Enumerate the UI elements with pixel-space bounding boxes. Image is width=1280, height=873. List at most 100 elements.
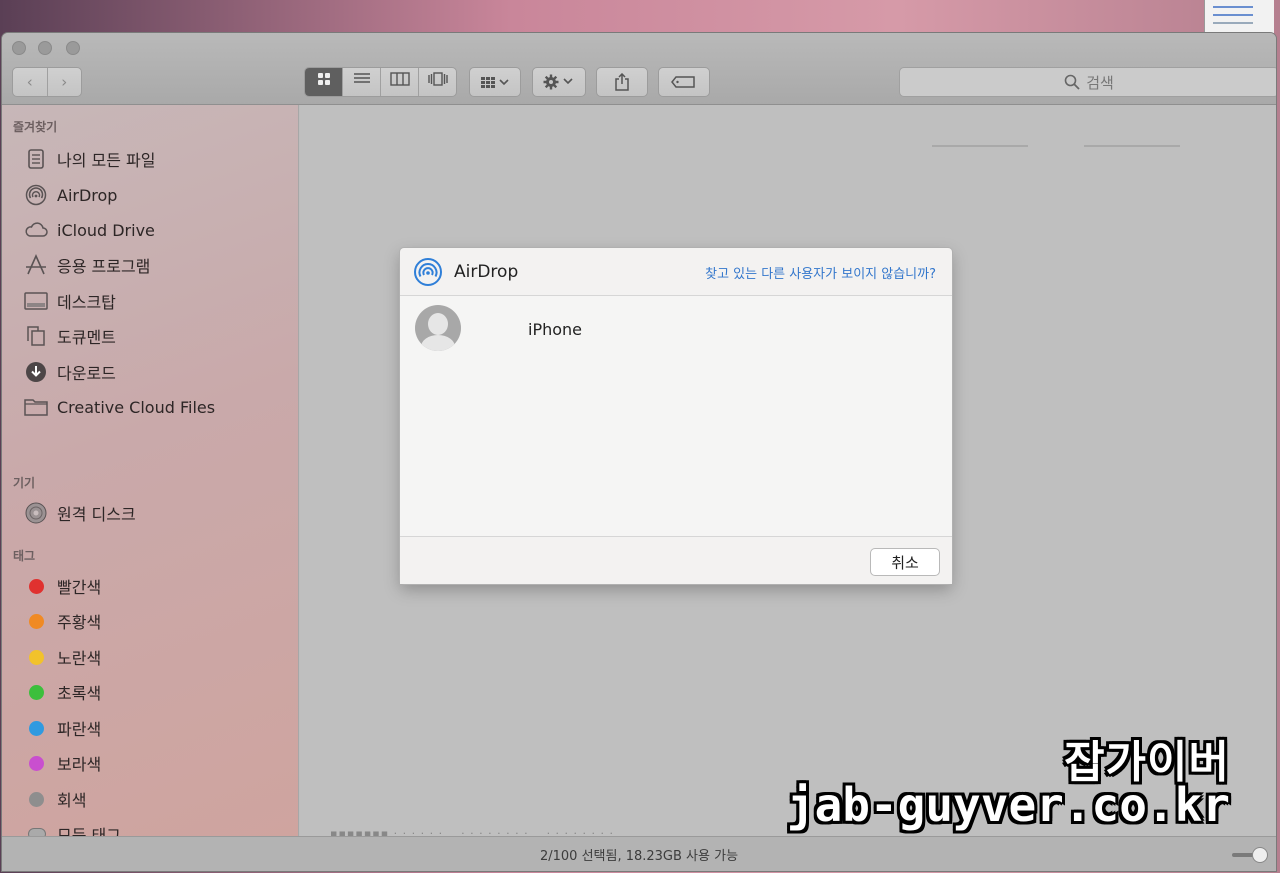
orange-tag-icon <box>29 613 44 629</box>
download-icon <box>24 360 48 384</box>
help-link[interactable]: 찾고 있는 다른 사용자가 보이지 않습니까? <box>705 263 936 282</box>
sidebar-item-label: 도큐멘트 <box>57 328 116 347</box>
gear-icon <box>543 74 573 90</box>
sidebar: 즐겨찾기 나의 모든 파일 AirDrop iCloud Drive 응용 프로… <box>2 105 299 845</box>
share-icon <box>615 73 629 91</box>
arrange-grid-icon <box>481 77 509 88</box>
applications-icon <box>24 253 48 277</box>
sidebar-section-devices: 기기 <box>13 476 36 490</box>
device-item[interactable]: iPhone <box>400 296 952 360</box>
sidebar-item-label: 빨간색 <box>57 578 102 597</box>
sidebar-item-creative-cloud-files[interactable]: Creative Cloud Files <box>24 393 215 421</box>
airdrop-icon <box>24 183 48 207</box>
device-list: iPhone <box>400 296 952 536</box>
slider-knob[interactable] <box>1252 847 1268 863</box>
red-tag-icon <box>29 578 44 594</box>
share-button[interactable] <box>596 67 648 97</box>
coverflow-icon <box>427 72 448 86</box>
sidebar-item-label: iCloud Drive <box>57 220 155 240</box>
icon-size-slider[interactable] <box>1232 847 1268 863</box>
icon-view-button[interactable] <box>305 68 342 96</box>
cloud-icon <box>24 218 48 242</box>
dialog-footer: 취소 <box>400 536 952 584</box>
tag-icon <box>671 76 695 88</box>
folder-icon <box>24 395 48 419</box>
list-view-button[interactable] <box>342 68 380 96</box>
gray-tag-icon <box>29 791 44 807</box>
grid-icon <box>317 73 330 85</box>
forward-button[interactable]: › <box>46 68 82 96</box>
column-divider <box>1084 145 1180 147</box>
sidebar-tag-blue[interactable]: 파란색 <box>24 714 101 742</box>
desktop-icon <box>24 289 48 313</box>
sidebar-item-label: Creative Cloud Files <box>57 397 216 417</box>
dialog-title: AirDrop <box>454 262 519 282</box>
document-icon <box>24 324 48 348</box>
arrange-button[interactable] <box>469 67 521 97</box>
column-view-button[interactable] <box>380 68 418 96</box>
navigation-buttons: ‹ › <box>12 67 82 97</box>
toolbar: ‹ › 검색 <box>2 33 1276 105</box>
dialog-header: AirDrop 찾고 있는 다른 사용자가 보이지 않습니까? <box>400 248 952 296</box>
purple-tag-icon <box>29 755 44 771</box>
sidebar-item-desktop[interactable]: 데스크탑 <box>24 287 116 315</box>
airdrop-icon <box>413 257 443 287</box>
sidebar-item-label: 주황색 <box>57 613 102 632</box>
status-bar: 2/100 선택됨, 18.23GB 사용 가능 <box>2 836 1276 871</box>
search-field[interactable]: 검색 <box>899 67 1276 97</box>
columns-icon <box>389 72 410 86</box>
minimize-button[interactable] <box>38 41 52 55</box>
green-tag-icon <box>29 684 44 700</box>
sidebar-item-label: 원격 디스크 <box>57 505 136 524</box>
chevron-right-icon: › <box>61 73 68 91</box>
blue-tag-icon <box>29 720 44 736</box>
cancel-button[interactable]: 취소 <box>870 548 940 576</box>
sidebar-item-label: 초록색 <box>57 684 102 703</box>
avatar <box>415 305 461 351</box>
sidebar-tag-orange[interactable]: 주황색 <box>24 607 101 635</box>
sidebar-item-label: 파란색 <box>57 720 102 739</box>
sidebar-item-label: 보라색 <box>57 755 102 774</box>
search-placeholder: 검색 <box>1086 73 1114 92</box>
tag-button[interactable] <box>658 67 710 97</box>
sidebar-item-remote-disc[interactable]: 원격 디스크 <box>24 499 136 527</box>
action-button[interactable] <box>532 67 586 97</box>
sidebar-item-label: 나의 모든 파일 <box>57 151 156 170</box>
view-mode-group <box>304 67 457 97</box>
sidebar-item-downloads[interactable]: 다운로드 <box>24 358 116 386</box>
airdrop-dialog: AirDrop 찾고 있는 다른 사용자가 보이지 않습니까? iPhone 취… <box>400 248 952 584</box>
sidebar-section-favorites: 즐겨찾기 <box>13 120 58 134</box>
sidebar-section-tags: 태그 <box>13 549 36 563</box>
sidebar-item-label: 다운로드 <box>57 364 116 383</box>
list-icon <box>353 73 370 83</box>
sidebar-item-label: 회색 <box>57 791 87 810</box>
coverflow-view-button[interactable] <box>418 68 456 96</box>
status-text: 2/100 선택됨, 18.23GB 사용 가능 <box>539 848 739 864</box>
disc-icon <box>24 501 48 525</box>
device-name: iPhone <box>528 320 583 339</box>
search-icon <box>1064 74 1080 90</box>
yellow-tag-icon <box>29 649 44 665</box>
sidebar-item-icloud-drive[interactable]: iCloud Drive <box>24 216 155 244</box>
sidebar-tag-gray[interactable]: 회색 <box>24 785 86 813</box>
sidebar-item-label: 데스크탑 <box>57 293 116 312</box>
chevron-left-icon: ‹ <box>26 73 33 91</box>
sidebar-item-label: AirDrop <box>57 185 118 205</box>
sidebar-item-all-files[interactable]: 나의 모든 파일 <box>24 145 156 173</box>
close-button[interactable] <box>12 41 26 55</box>
back-button[interactable]: ‹ <box>13 68 47 96</box>
sidebar-item-documents[interactable]: 도큐멘트 <box>24 322 116 350</box>
sidebar-tag-green[interactable]: 초록색 <box>24 678 101 706</box>
sidebar-tag-purple[interactable]: 보라색 <box>24 749 101 777</box>
sidebar-item-label: 응용 프로그램 <box>57 257 151 276</box>
desktop-thumbnail <box>1204 0 1274 34</box>
sidebar-item-airdrop[interactable]: AirDrop <box>24 181 117 209</box>
sidebar-item-applications[interactable]: 응용 프로그램 <box>24 251 150 279</box>
all-files-icon <box>24 147 48 171</box>
sidebar-item-label: 노란색 <box>57 649 102 668</box>
sidebar-tag-yellow[interactable]: 노란색 <box>24 643 101 671</box>
watermark-url: jab-guyver.co.kr <box>786 778 1230 832</box>
zoom-button[interactable] <box>66 41 80 55</box>
column-divider <box>932 145 1028 147</box>
sidebar-tag-red[interactable]: 빨간색 <box>24 572 101 600</box>
